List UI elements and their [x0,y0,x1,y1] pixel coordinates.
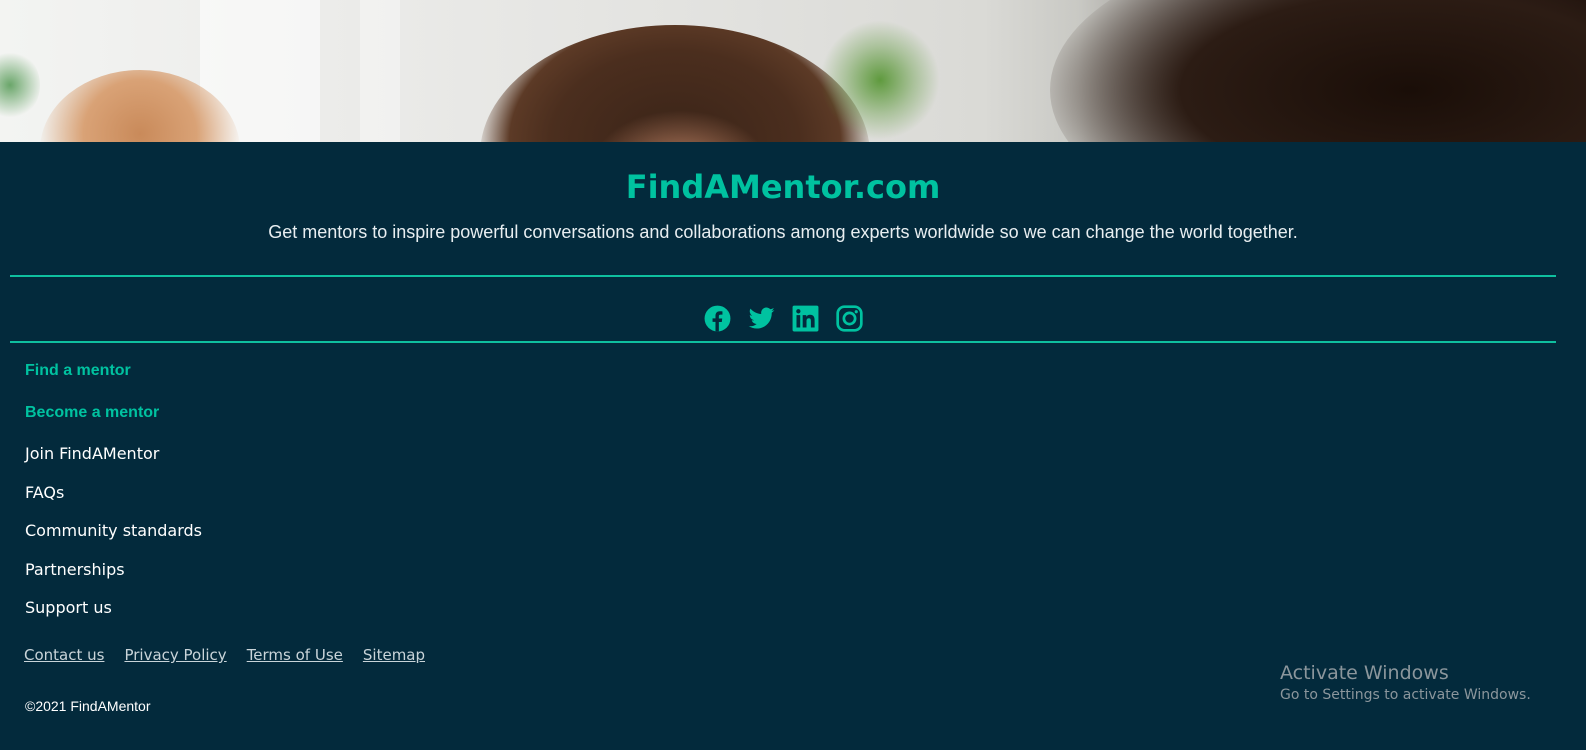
hero-plant [0,50,40,120]
footer-brand-title: FindAMentor.com [625,168,941,206]
activate-windows-title: Activate Windows [1280,662,1449,684]
activate-windows-watermark: Activate Windows Go to Settings to activ… [1280,662,1531,703]
faqs-link[interactable]: FAQs [25,483,64,502]
partnerships-link[interactable]: Partnerships [25,560,125,579]
sitemap-link[interactable]: Sitemap [363,646,425,664]
twitter-icon [748,307,774,329]
hero-person-dark [1050,0,1586,142]
linkedin-link[interactable] [792,305,819,332]
facebook-icon [704,305,730,332]
copyright: ©2021 FindAMentor [25,698,151,714]
footer-divider [10,341,1556,343]
hero-image [0,0,1586,142]
hero-window-light [360,0,400,142]
terms-of-use-link[interactable]: Terms of Use [247,646,343,664]
linkedin-icon [792,305,818,332]
social-links [0,305,1566,332]
instagram-icon [835,305,863,332]
community-standards-link[interactable]: Community standards [25,521,202,540]
footer-tagline: Get mentors to inspire powerful conversa… [268,222,1298,242]
hero-plant [820,20,940,140]
footer-divider [10,275,1556,277]
find-mentor-link[interactable]: Find a mentor [25,362,131,380]
privacy-policy-link[interactable]: Privacy Policy [124,646,226,664]
join-link[interactable]: Join FindAMentor [25,444,159,463]
instagram-link[interactable] [835,305,863,332]
support-us-link[interactable]: Support us [25,598,112,617]
activate-windows-subtitle: Go to Settings to activate Windows. [1280,687,1531,703]
facebook-link[interactable] [704,305,731,332]
twitter-link[interactable] [748,305,775,332]
contact-us-link[interactable]: Contact us [24,646,104,664]
become-mentor-link[interactable]: Become a mentor [25,404,159,422]
legal-links: Contact us Privacy Policy Terms of Use S… [24,646,425,664]
